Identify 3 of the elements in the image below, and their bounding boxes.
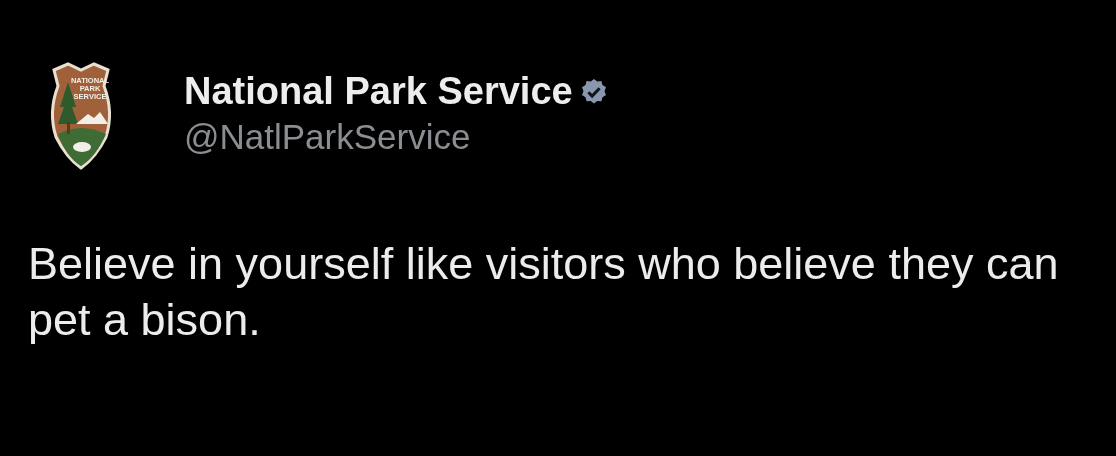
account-handle[interactable]: @NatlParkService bbox=[184, 117, 609, 157]
post-text: Believe in yourself like visitors who believe they can pet a bison. bbox=[28, 237, 1060, 347]
account-name[interactable]: National Park Service bbox=[184, 70, 573, 113]
